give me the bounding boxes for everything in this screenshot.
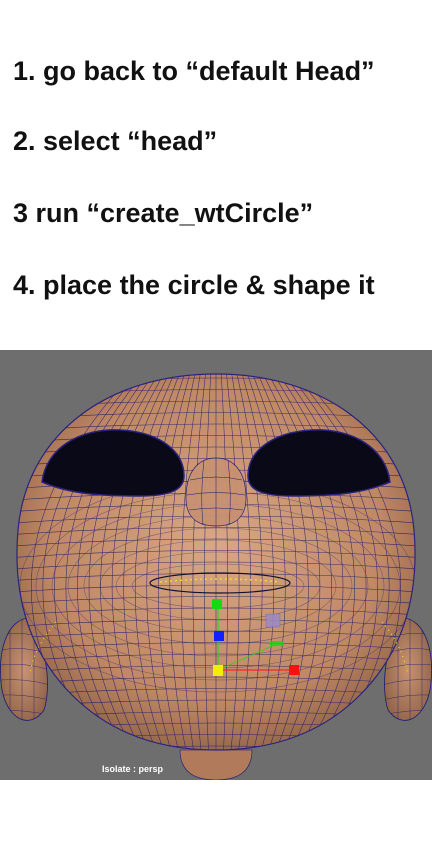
plane-handle[interactable] <box>265 613 281 628</box>
viewport-hud-label: Isolate : persp <box>102 764 164 774</box>
instruction-steps: 1. go back to “default Head” 2. select “… <box>0 0 432 350</box>
x-axis-handle[interactable] <box>289 665 299 675</box>
step-1-text: 1. go back to “default Head” <box>13 56 375 86</box>
plane-handle-green[interactable] <box>270 641 284 646</box>
neck <box>179 749 253 780</box>
center-handle[interactable] <box>213 665 223 676</box>
viewport-scene <box>0 373 432 780</box>
3d-viewport[interactable]: Isolate : persp <box>0 350 432 780</box>
z-axis-handle[interactable] <box>214 631 224 641</box>
step-2-text: 2. select “head” <box>13 126 218 156</box>
tutorial-page: 1. go back to “default Head” 2. select “… <box>0 0 432 864</box>
y-axis-handle[interactable] <box>212 599 222 609</box>
step-4-text: 4. place the circle & shape it <box>13 270 375 300</box>
step-3-text: 3 run “create_wtCircle” <box>13 198 314 228</box>
